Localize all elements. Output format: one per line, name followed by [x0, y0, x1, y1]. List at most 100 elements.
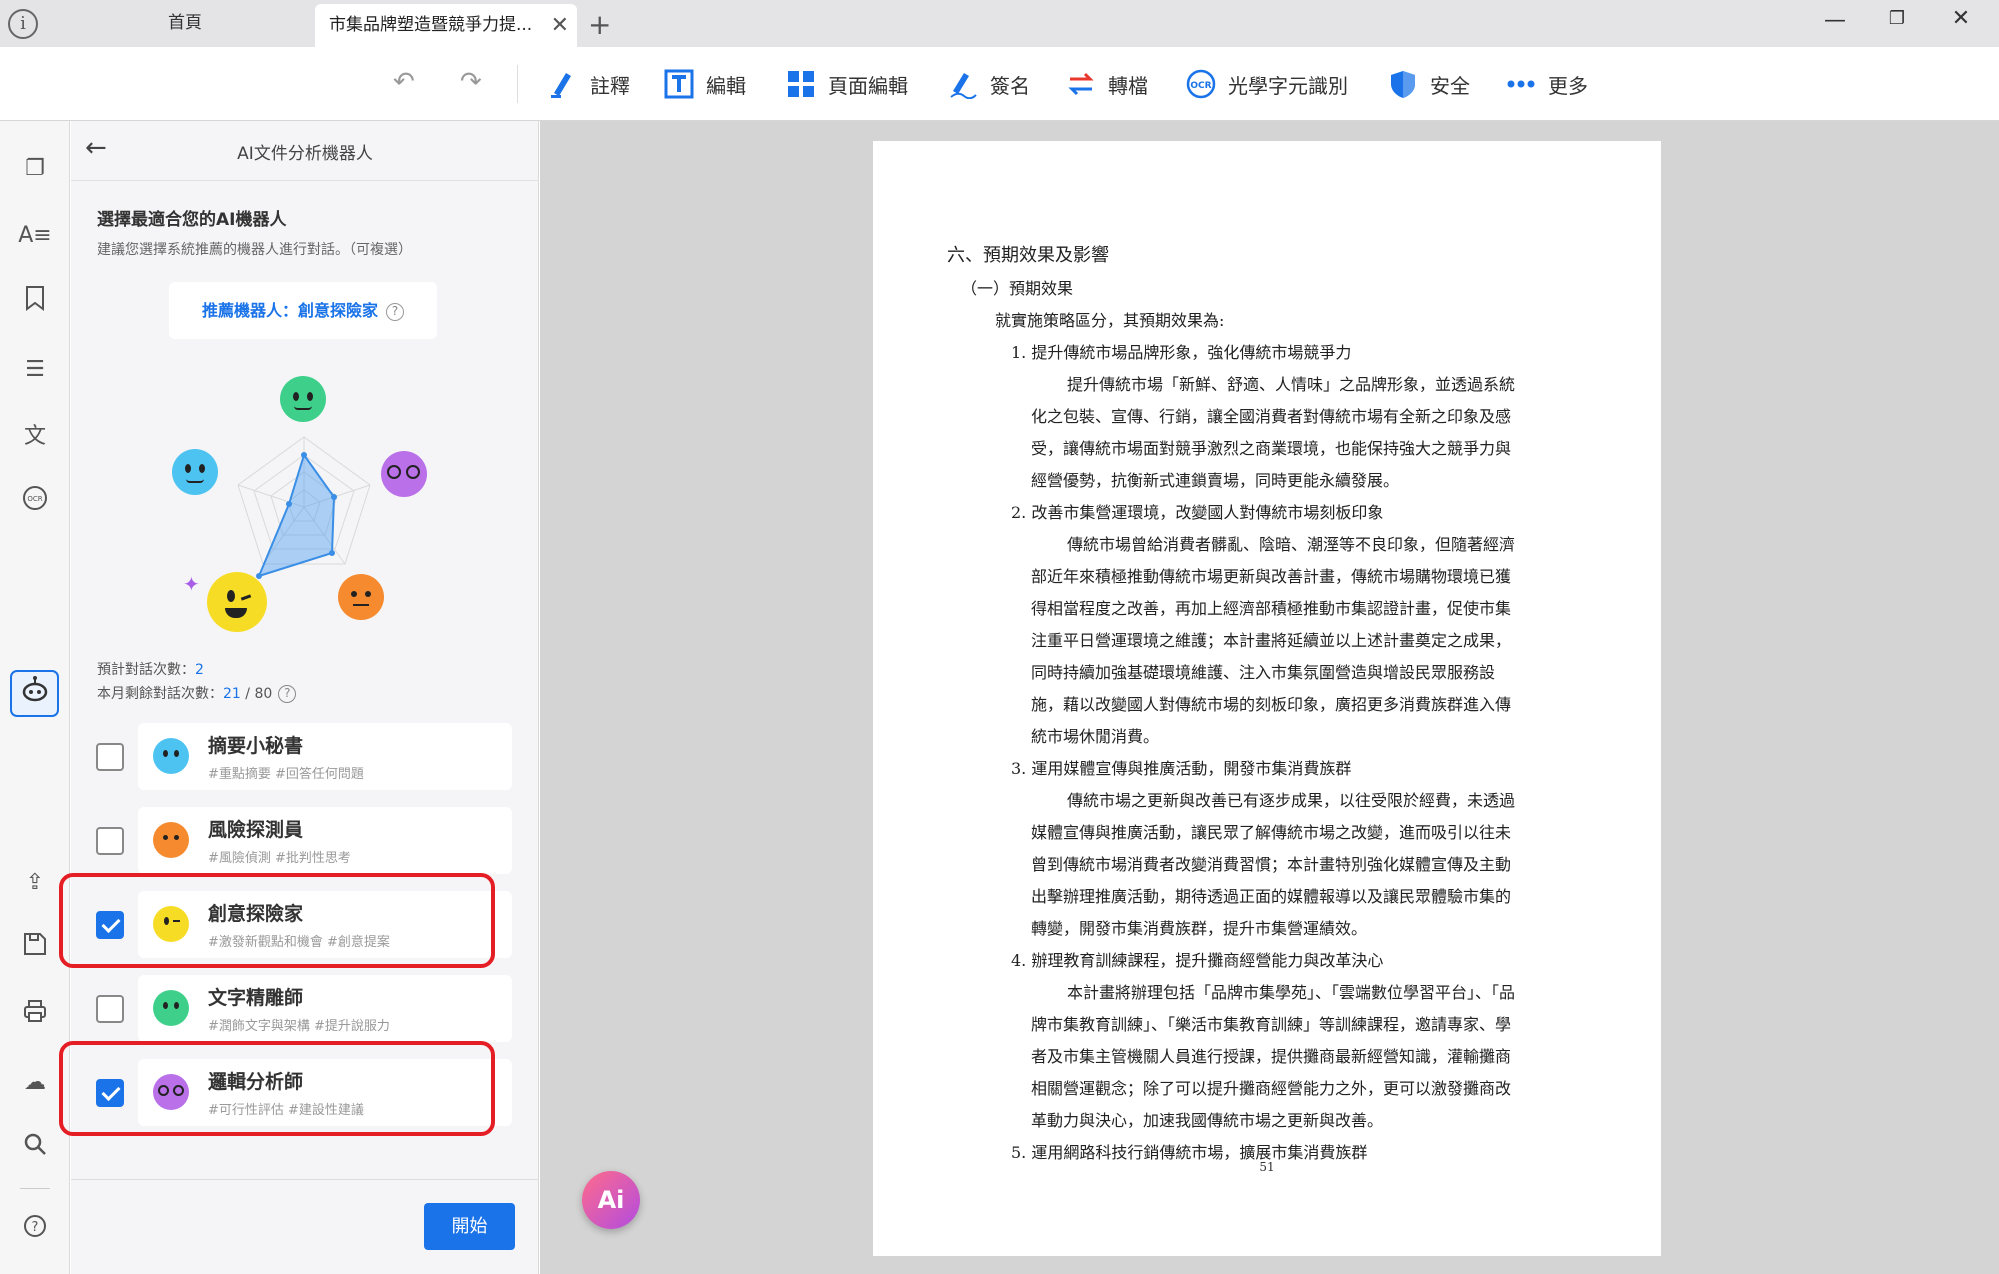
doc-line: 提升傳統市場「新鮮、舒適、人情味」之品牌形象，並透過系統	[1067, 375, 1516, 394]
remaining-count-total: / 80	[245, 686, 273, 702]
tab-home[interactable]: 首頁	[60, 0, 310, 47]
radar-bot-logic-face	[381, 451, 427, 497]
convert-icon	[1066, 69, 1096, 99]
ocr-icon: OCR	[1186, 69, 1216, 99]
bot-checkbox[interactable]	[96, 995, 124, 1023]
close-window-button[interactable]: ✕	[1946, 6, 1976, 36]
risk-bot-face-icon	[153, 822, 189, 858]
bot-row-risk[interactable]: 風險探測員 #風險偵測 #批判性思考	[71, 803, 539, 879]
bot-tags: #風險偵測 #批判性思考	[208, 851, 351, 866]
panel-footer-divider	[71, 1179, 539, 1180]
help-icon[interactable]: ?	[17, 1214, 53, 1250]
radar-bot-creative-face	[207, 572, 267, 632]
bot-card[interactable]: 風險探測員 #風險偵測 #批判性思考	[138, 807, 512, 874]
remaining-count: 本月剩餘對話次數：21 / 80?	[97, 683, 297, 703]
search-icon[interactable]	[17, 1132, 53, 1168]
svg-text:?: ?	[32, 1220, 39, 1235]
doc-line: 傳統市場之更新與改善已有逐步成果，以往受限於經費，未透過	[1067, 791, 1516, 810]
doc-line: 施，藉以改變國人對傳統市場的刻板印象，廣招更多消費族群進入傳	[1031, 695, 1512, 714]
sidebar-divider	[20, 1188, 50, 1189]
bookmark-icon[interactable]	[17, 285, 53, 321]
more-button[interactable]: 更多	[1506, 65, 1588, 103]
radar-bot-writer-face	[280, 376, 326, 422]
doc-line: 者及市集主管機關人員進行授課，提供攤商最新經營知識，灌輸攤商	[1031, 1047, 1512, 1066]
recommended-bot-label: 推薦機器人：創意探險家	[201, 301, 378, 320]
start-button[interactable]: 開始	[424, 1203, 515, 1250]
doc-heading: 六、預期效果及影響	[947, 245, 1109, 266]
bot-row-summary[interactable]: 摘要小秘書 #重點摘要 #回答任何問題	[71, 719, 539, 795]
doc-line: 同時持續加強基礎環境維護、注入市集氛圍營造與增設民眾服務設	[1031, 663, 1496, 682]
shield-icon	[1388, 69, 1418, 99]
doc-line: 化之包裝、宣傳、行銷，讓全國消費者對傳統市場有全新之印象及感	[1031, 407, 1512, 426]
maximize-button[interactable]: ❐	[1882, 8, 1912, 38]
sign-button[interactable]: 簽名	[948, 65, 1030, 103]
doc-line: 牌市集教育訓練」、「樂活市集教育訓練」等訓練課程，邀請專家、學	[1031, 1015, 1512, 1034]
doc-line: 經營優勢，抗衡新式連鎖賣場，同時更能永續發展。	[1031, 471, 1400, 490]
annotate-button[interactable]: 註釋	[548, 65, 630, 103]
bot-name: 風險探測員	[208, 819, 304, 841]
doc-line: 轉變，開發市集消費族群，提升市集營運績效。	[1031, 919, 1368, 938]
panel-title: AI文件分析機器人	[237, 144, 373, 164]
undo-icon[interactable]: ↶	[393, 67, 415, 97]
main-toolbar: ↶ ↷ 註釋 編輯 頁面編輯 簽名 轉檔 OCR 光學字元識別 安全 更多	[0, 47, 1999, 121]
expected-count: 預計對話次數：2	[97, 659, 204, 679]
remaining-count-value: 21	[223, 686, 241, 702]
recommended-bot-box: 推薦機器人：創意探險家?	[169, 282, 437, 339]
share-icon[interactable]: ⇪	[17, 865, 53, 901]
doc-line: 統市場休閒消費。	[1031, 727, 1160, 746]
minimize-button[interactable]: —	[1820, 8, 1850, 38]
doc-line: 相關營運觀念；除了可以提升攤商經營能力之外，更可以激發攤商改	[1031, 1079, 1512, 1098]
doc-line: 得相當程度之改善，再加上經濟部積極推動市集認證計畫，促使市集	[1031, 599, 1512, 618]
doc-line: 注重平日營運環境之維護；本計畫將延續並以上述計畫奠定之成果，	[1031, 631, 1512, 650]
bot-card[interactable]: 文字精雕師 #潤飾文字與架構 #提升說服力	[138, 975, 512, 1042]
save-as-icon[interactable]	[17, 931, 53, 967]
doc-line: 革動力與決心，加速我國傳統市場之更新與改善。	[1031, 1111, 1384, 1130]
help-question-icon[interactable]: ?	[386, 302, 404, 321]
translate-icon[interactable]: 文	[17, 419, 53, 455]
ocr-button[interactable]: OCR 光學字元識別	[1186, 65, 1348, 103]
ocr-side-icon[interactable]: OCR	[17, 485, 53, 521]
ai-assistant-button[interactable]: Ai	[582, 1171, 640, 1229]
help-question-icon[interactable]: ?	[278, 685, 297, 703]
doc-line: 媒體宣傳與推廣活動，讓民眾了解傳統市場之改變，進而吸引以往未	[1031, 823, 1512, 842]
new-tab-button[interactable]: +	[588, 8, 611, 42]
bot-row-writer[interactable]: 文字精雕師 #潤飾文字與架構 #提升說服力	[71, 971, 539, 1047]
doc-subheading: （一）預期效果	[961, 279, 1074, 298]
sparkle-icon: ✦	[183, 572, 200, 596]
text-edit-icon	[664, 69, 694, 99]
doc-item-title: 4. 辦理教育訓練課程，提升攤商經營能力與改革決心	[1011, 951, 1384, 970]
page-number: 51	[1259, 1160, 1275, 1174]
list-icon[interactable]: ☰	[17, 352, 53, 388]
page-edit-label: 頁面編輯	[828, 73, 908, 98]
doc-item-title: 1. 提升傳統市場品牌形象，強化傳統市場競爭力	[1011, 343, 1352, 362]
doc-line: 傳統市場曾給消費者髒亂、陰暗、潮溼等不良印象，但隨著經濟	[1067, 535, 1516, 554]
bot-checkbox[interactable]	[96, 743, 124, 771]
pages-icon[interactable]: ❐	[17, 151, 53, 187]
info-icon[interactable]: i	[8, 9, 38, 39]
doc-item-title: 3. 運用媒體宣傳與推廣活動，開發市集消費族群	[1011, 759, 1352, 778]
summary-bot-face-icon	[153, 738, 189, 774]
more-dots-icon	[1506, 69, 1536, 99]
edit-button[interactable]: 編輯	[664, 65, 746, 103]
bot-tags: #潤飾文字與架構 #提升說服力	[208, 1019, 390, 1034]
text-style-icon[interactable]: A≡	[17, 218, 53, 254]
bot-tags: #重點摘要 #回答任何問題	[208, 767, 364, 782]
radar-bot-summary-face	[172, 449, 218, 495]
radar-bot-risk-face	[338, 574, 384, 620]
tab-document[interactable]: 市集品牌塑造暨競爭力提... ✕	[315, 4, 577, 47]
doc-line: 出擊辦理推廣活動，期待透過正面的媒體報導以及讓民眾體驗市集的	[1031, 887, 1512, 906]
bot-checkbox[interactable]	[96, 827, 124, 855]
toolbar-divider	[517, 65, 518, 103]
document-viewer: 六、預期效果及影響 （一）預期效果 就實施策略區分，其預期效果為: 1. 提升傳…	[540, 121, 1999, 1274]
security-button[interactable]: 安全	[1388, 65, 1470, 103]
print-icon[interactable]	[17, 998, 53, 1034]
bot-card[interactable]: 摘要小秘書 #重點摘要 #回答任何問題	[138, 723, 512, 790]
page-edit-button[interactable]: 頁面編輯	[786, 65, 908, 103]
edit-label: 編輯	[706, 73, 746, 98]
cloud-upload-icon[interactable]: ☁	[17, 1065, 53, 1101]
convert-button[interactable]: 轉檔	[1066, 65, 1148, 103]
convert-label: 轉檔	[1108, 73, 1148, 98]
remaining-count-label: 本月剩餘對話次數：	[97, 686, 223, 702]
tab-close-icon[interactable]: ✕	[551, 4, 569, 47]
redo-icon[interactable]: ↷	[460, 67, 482, 97]
